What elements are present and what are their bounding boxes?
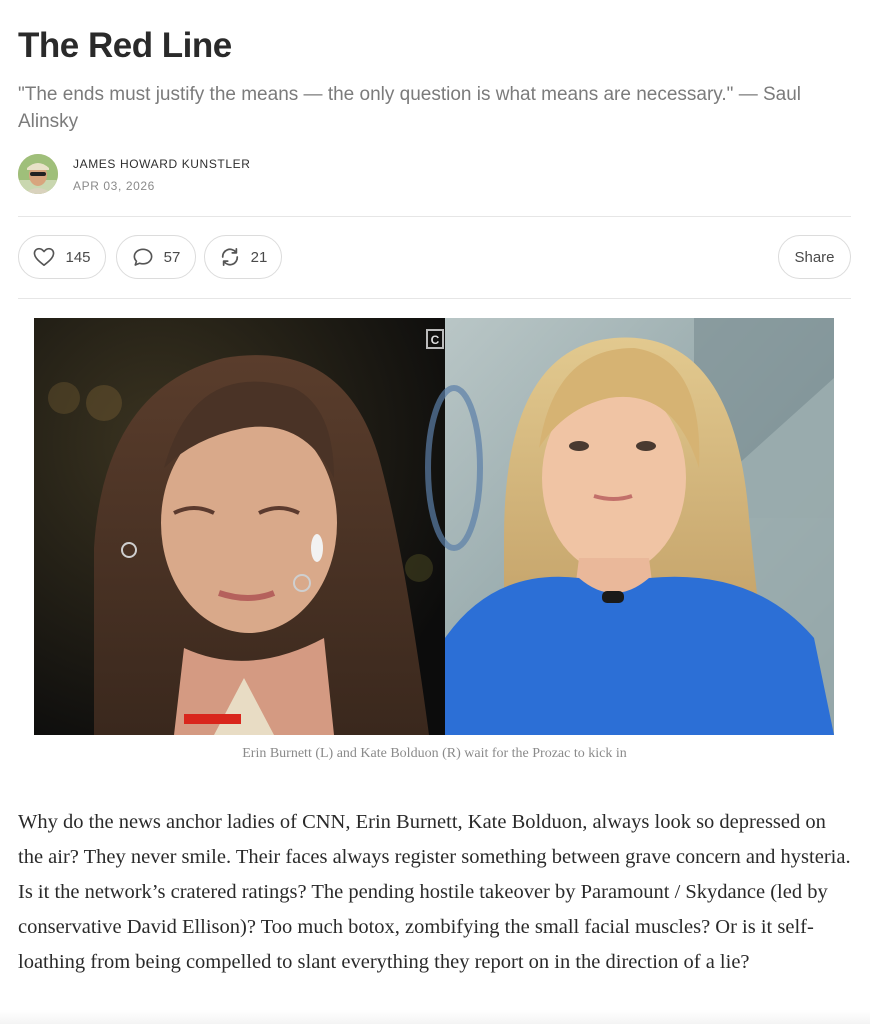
image-caption: Erin Burnett (L) and Kate Bolduon (R) wa… <box>242 746 627 761</box>
split-screen-photo: C <box>34 318 834 735</box>
bottom-fade <box>0 1010 870 1024</box>
share-button[interactable]: Share <box>778 235 851 279</box>
post-subtitle: "The ends must justify the means — the o… <box>18 84 802 132</box>
divider <box>18 298 851 299</box>
like-button[interactable]: 145 <box>18 235 106 279</box>
restack-button[interactable]: 21 <box>204 235 282 279</box>
restack-count: 21 <box>250 248 268 266</box>
like-count: 145 <box>65 248 91 266</box>
post-date: APR 03, 2026 <box>73 179 155 193</box>
author-name[interactable]: JAMES HOWARD KUNSTLER <box>73 157 473 171</box>
restack-arrows-icon <box>219 247 241 267</box>
author-avatar[interactable] <box>18 154 58 194</box>
comment-button[interactable]: 57 <box>116 235 196 279</box>
comment-bubble-icon <box>132 247 154 267</box>
heart-icon <box>33 247 55 267</box>
channel-badge: C <box>431 333 440 347</box>
share-label: Share <box>794 248 835 266</box>
post-title: The Red Line <box>18 26 232 65</box>
divider <box>18 216 851 217</box>
comment-count: 57 <box>163 248 181 266</box>
body-paragraph: Why do the news anchor ladies of CNN, Er… <box>18 811 851 973</box>
post-image[interactable]: C <box>34 318 834 735</box>
